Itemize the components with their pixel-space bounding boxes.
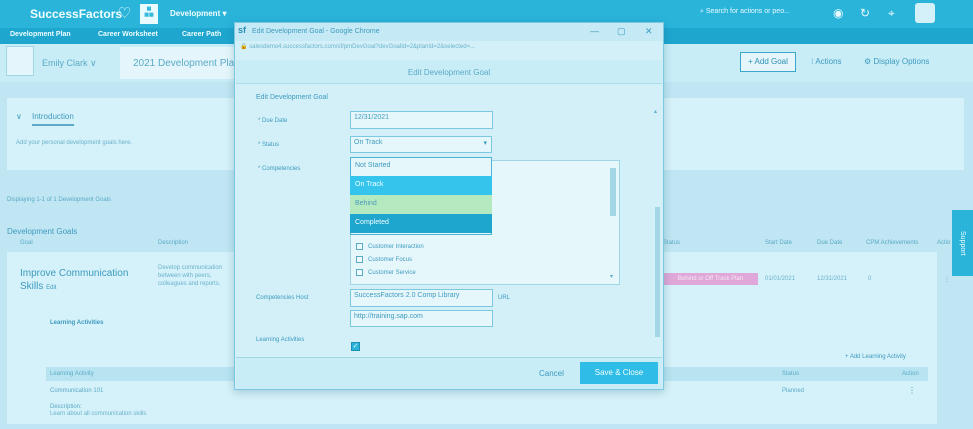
address-url: salesdemo4.successfactors.com/sf/pmDevGo… — [249, 44, 476, 50]
dialog-title: Edit Development Goal — [407, 68, 491, 77]
competency-label: Customer Interaction — [368, 244, 424, 251]
goals-section-title: Development Goals — [7, 227, 78, 236]
cancel-button[interactable]: Cancel — [539, 369, 564, 378]
url-label: URL — [498, 295, 511, 301]
competency-checkbox[interactable] — [356, 256, 363, 263]
competency-label: Customer Focus — [368, 257, 413, 264]
competencies-host-input[interactable]: SuccessFactors 2.0 Comp Library — [350, 289, 493, 307]
introduction-text: Add your personal development goals here… — [16, 140, 133, 146]
scroll-up-icon[interactable]: ▴ — [654, 108, 657, 115]
goal-name: Improve Communication Skills Edit — [20, 267, 150, 295]
tab-career-path[interactable]: Career Path — [182, 31, 221, 38]
goal-start-date: 01/01/2021 — [765, 276, 796, 282]
dialog-scrollbar[interactable] — [655, 207, 660, 337]
learning-activity-status: Planned — [782, 388, 805, 394]
status-option-on-track[interactable]: On Track — [350, 176, 492, 195]
goals-count: Displaying 1-1 of 1 Development Goals — [7, 197, 112, 203]
column-header-actions: Actio — [937, 240, 951, 246]
dropdown-arrow-icon: ▾ — [483, 140, 487, 147]
learning-activities-checkbox[interactable]: ✓ — [351, 342, 360, 351]
display-options-button[interactable]: ⚙ Display Options — [864, 57, 929, 66]
chevron-down-icon[interactable]: ∨ — [16, 112, 22, 121]
employee-photo — [6, 46, 34, 76]
tab-development-plan[interactable]: Development Plan — [10, 31, 71, 38]
goal-edit-link[interactable]: Edit — [46, 285, 56, 291]
heart-icon: ♡ — [118, 5, 132, 22]
user-avatar[interactable] — [915, 3, 935, 23]
column-header-la-status: Status — [782, 371, 800, 377]
actions-menu[interactable]: ⁝ Actions — [811, 57, 842, 66]
competency-item[interactable]: Customer Service — [356, 269, 416, 276]
maximize-icon[interactable]: ▢ — [617, 26, 626, 37]
module-picker[interactable]: Development ▾ — [170, 9, 226, 18]
save-close-button[interactable]: Save & Close — [580, 362, 658, 384]
competencies-host-label: Competencies Host — [256, 295, 309, 301]
competencies-url-input[interactable]: http://training.sap.com — [350, 310, 493, 327]
competency-item[interactable]: Customer Focus — [356, 256, 412, 263]
tab-career-worksheet[interactable]: Career Worksheet — [98, 31, 158, 38]
minimize-icon[interactable]: — — [590, 26, 599, 36]
sf-favicon-icon: sf — [238, 25, 247, 35]
learning-description-label: Description: — [50, 404, 82, 410]
competencies-label: * Competencies — [258, 166, 301, 172]
competency-label: Customer Service — [368, 270, 416, 277]
due-date-input[interactable]: 12/31/2021 — [350, 111, 493, 129]
employee-selector[interactable]: Emily Clark ∨ — [42, 58, 97, 69]
status-select[interactable]: On Track ▾ — [350, 136, 492, 153]
goal-cpm: 0 — [868, 276, 872, 282]
status-label: * Status — [258, 142, 280, 148]
column-header-due-date: Due Date — [817, 240, 843, 246]
column-header-cpm: CPM Achievements — [866, 240, 919, 246]
column-header-start-date: Start Date — [765, 240, 793, 246]
add-goal-button[interactable]: + Add Goal — [740, 52, 796, 72]
search-placeholder: Search for actions or peo... — [705, 8, 790, 15]
learning-activities-title: Learning Activities — [50, 320, 104, 326]
successfactors-logo[interactable]: SuccessFactors — [30, 7, 122, 21]
learning-activities-label: Learning Activities — [256, 337, 305, 343]
column-header-status: Status — [663, 240, 681, 246]
window-title: Edit Development Goal - Google Chrome — [252, 28, 380, 35]
column-header-description: Description — [158, 240, 189, 246]
due-date-label: * Due Date — [258, 118, 288, 124]
goal-due-date: 12/31/2021 — [817, 276, 848, 282]
competency-checkbox[interactable] — [356, 269, 363, 276]
refresh-icon[interactable]: ↻ — [860, 6, 870, 20]
status-badge: Behind or Off Track Plan — [663, 273, 758, 285]
learning-description: Learn about all communication skills — [50, 411, 147, 417]
introduction-title[interactable]: Introduction — [32, 112, 74, 126]
close-icon[interactable]: ✕ — [645, 26, 653, 37]
add-learning-activity-button[interactable]: + Add Learning Activity — [845, 354, 906, 360]
company-logo-icon: ▦ ▦▦ — [140, 4, 158, 24]
global-search[interactable]: ⌕ Search for actions or peo... — [700, 8, 790, 16]
competency-checkbox[interactable] — [356, 243, 363, 250]
support-tab[interactable]: Support — [952, 210, 973, 276]
learning-activity-more-icon[interactable]: ⋮ — [908, 386, 916, 395]
status-option-completed[interactable]: Completed — [350, 214, 492, 233]
goal-more-icon[interactable]: ⋮ — [944, 276, 950, 283]
status-option-behind[interactable]: Behind — [350, 195, 492, 214]
status-option-not-started[interactable]: Not Started — [350, 157, 492, 176]
column-header-learning-activity: Learning Activity — [50, 371, 94, 377]
status-select-value: On Track — [354, 139, 383, 146]
competencies-scrollbar[interactable] — [610, 168, 616, 216]
form-title: Edit Development Goal — [256, 94, 328, 101]
plan-name: 2021 Development Pla — [133, 58, 235, 69]
address-bar[interactable]: 🔒 salesdemo4.successfactors.com/sf/pmDev… — [240, 43, 660, 55]
goal-name-text: Improve Communication Skills — [20, 268, 129, 292]
column-header-la-action: Action — [902, 371, 919, 377]
learning-activity-name[interactable]: Communication 101 — [50, 388, 103, 394]
column-header-goal: Goal — [20, 240, 33, 246]
goal-description: Develop communication between with peers… — [158, 265, 223, 287]
assistant-icon[interactable]: ⌖ — [888, 6, 895, 21]
lock-icon: 🔒 — [240, 44, 250, 50]
scroll-down-icon[interactable]: ▾ — [610, 273, 613, 280]
notifications-icon[interactable]: ◉ — [833, 6, 843, 20]
competency-item[interactable]: Customer Interaction — [356, 243, 424, 250]
